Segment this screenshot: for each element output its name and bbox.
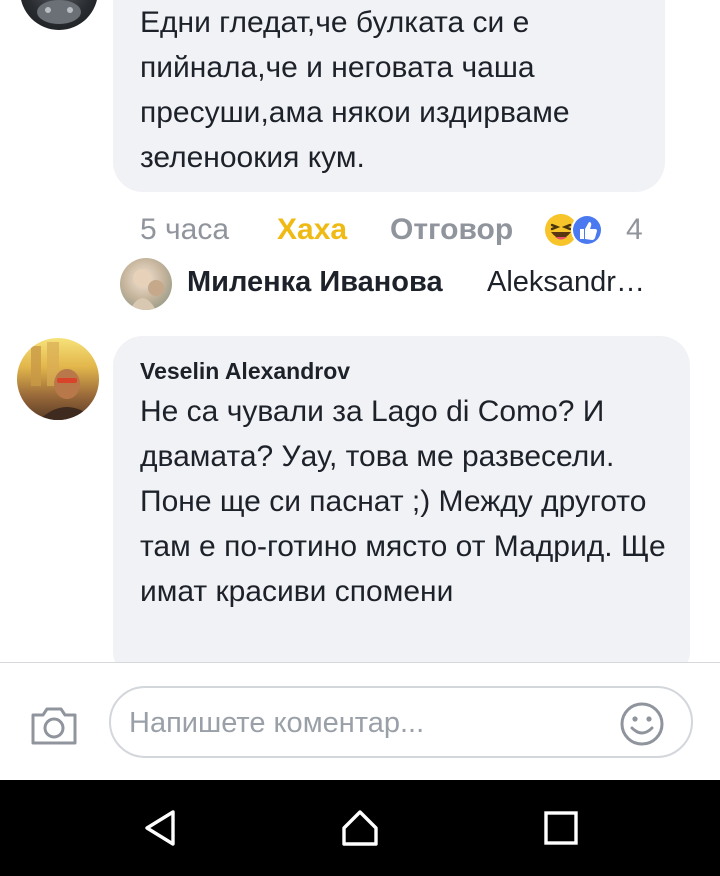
reply-author-name[interactable]: Миленка Иванова: [187, 266, 443, 299]
comment-input-container[interactable]: [109, 686, 693, 758]
reaction-button[interactable]: Хаха: [277, 208, 347, 252]
reaction-count: 4: [626, 213, 643, 246]
reply-author-avatar: [120, 258, 172, 310]
comment-text: Едни гледат,че булката си е пийнала,че и…: [140, 6, 570, 174]
reply-preview-text: Aleksandr…: [487, 266, 645, 298]
system-navigation-bar: [0, 780, 720, 876]
comment-author[interactable]: Veselin Alexandrov: [140, 358, 350, 385]
comment-timestamp: 5 часа: [140, 213, 230, 246]
commenter-avatar[interactable]: [20, 0, 98, 30]
avatar-image: [37, 0, 81, 24]
home-icon[interactable]: [340, 808, 380, 848]
commenter-avatar[interactable]: [17, 338, 99, 420]
like-icon: [571, 214, 603, 246]
recent-apps-icon[interactable]: [541, 808, 581, 848]
reply-button[interactable]: Отговор: [390, 208, 513, 252]
camera-icon[interactable]: [29, 703, 79, 747]
comment-text: Не са чували за Lago di Como? И двамата?…: [140, 395, 666, 608]
reply-preview-row[interactable]: Миленка Иванова Aleksandr…: [120, 258, 680, 310]
emoji-icon[interactable]: [619, 701, 665, 747]
avatar-image: [31, 342, 95, 420]
comment-composer: [0, 662, 720, 781]
comment-bubble: Едни гледат,че булката си е пийнала,че и…: [113, 0, 665, 192]
reaction-summary[interactable]: [543, 212, 605, 248]
comment-actions: 5 часа Хаха Отговор 4: [140, 208, 660, 252]
back-icon[interactable]: [141, 808, 181, 848]
comment-bubble: Veselin Alexandrov Не са чували за Lago …: [113, 336, 690, 681]
comment-input[interactable]: [127, 700, 611, 746]
